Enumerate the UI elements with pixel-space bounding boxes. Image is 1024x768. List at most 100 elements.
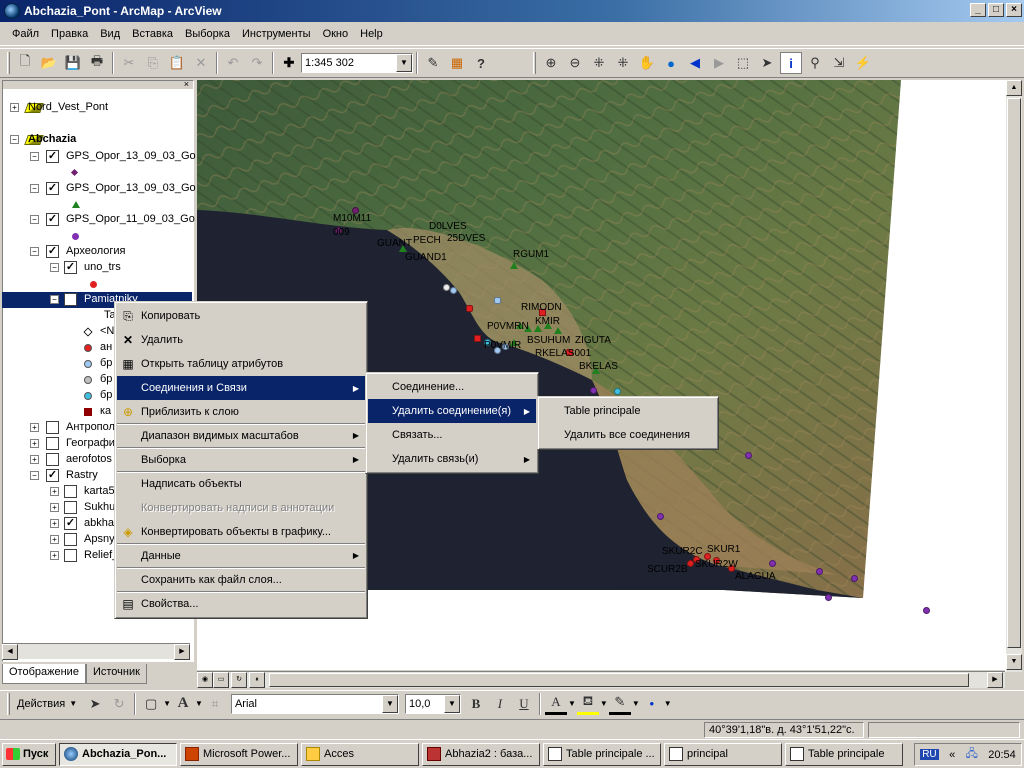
- menu-item-open-attribute-table[interactable]: ▦ Открыть таблицу атрибутов: [117, 352, 365, 376]
- map-point-circle[interactable]: [614, 388, 621, 395]
- scroll-left-icon[interactable]: ◀: [2, 644, 18, 660]
- hyperlink-icon[interactable]: ⚡: [852, 52, 874, 74]
- map-point-circle[interactable]: [657, 513, 664, 520]
- map-point-circle[interactable]: [851, 575, 858, 582]
- collapse-icon[interactable]: −: [50, 263, 59, 272]
- collapse-icon[interactable]: −: [30, 247, 39, 256]
- menu-view[interactable]: Вид: [94, 28, 126, 40]
- network-icon[interactable]: 🖧: [966, 745, 978, 764]
- layer-visibility-checkbox[interactable]: [64, 533, 77, 546]
- minimize-button[interactable]: _: [970, 3, 986, 17]
- fixed-zoom-in-icon[interactable]: ⁜: [588, 52, 610, 74]
- collapse-icon[interactable]: −: [10, 135, 19, 144]
- expand-icon[interactable]: +: [30, 439, 39, 448]
- refresh-icon[interactable]: ↻: [231, 672, 247, 688]
- menu-selection[interactable]: Выборка: [179, 28, 236, 40]
- task-access-db[interactable]: Abhazia2 : база...: [422, 742, 540, 766]
- zoom-out-icon[interactable]: ⊖: [564, 52, 586, 74]
- clock[interactable]: 20:54: [988, 749, 1016, 761]
- layer-gps-opor-2[interactable]: − ✓ GPS_Opor_13_09_03_Go: [2, 181, 196, 197]
- close-button[interactable]: ×: [1006, 3, 1022, 17]
- scroll-right-icon[interactable]: ▶: [174, 644, 190, 660]
- toc-horizontal-scrollbar[interactable]: ◀ ▶: [2, 643, 190, 660]
- chevron-down-icon[interactable]: ▼: [195, 699, 203, 708]
- open-folder-icon[interactable]: 📂: [38, 52, 60, 74]
- expand-icon[interactable]: +: [10, 103, 19, 112]
- chevron-down-icon[interactable]: ▼: [600, 699, 608, 708]
- font-name-combo[interactable]: Arial ▼: [230, 693, 399, 714]
- menu-item-label-features[interactable]: Надписать объекты: [117, 472, 365, 496]
- expand-icon[interactable]: +: [50, 503, 59, 512]
- print-icon[interactable]: 🖶: [86, 52, 108, 74]
- undo-icon[interactable]: ↶: [222, 52, 244, 74]
- menu-item-copy[interactable]: ⎘ Копировать: [117, 304, 365, 328]
- task-principal[interactable]: principal: [664, 742, 782, 766]
- layer-visibility-checkbox[interactable]: [64, 485, 77, 498]
- layer-visibility-checkbox[interactable]: [64, 549, 77, 562]
- italic-icon[interactable]: I: [489, 693, 511, 715]
- font-color-icon[interactable]: A: [544, 693, 567, 715]
- map-point-circle[interactable]: [745, 452, 752, 459]
- menu-item-properties[interactable]: ▤ Свойства...: [117, 592, 365, 616]
- menu-item-save-as-layer-file[interactable]: Сохранить как файл слоя...: [117, 568, 365, 592]
- chevron-down-icon[interactable]: ▼: [163, 699, 171, 708]
- menu-file[interactable]: Файл: [6, 28, 45, 40]
- menu-item-visible-scale-range[interactable]: Диапазон видимых масштабов ▶: [117, 424, 365, 448]
- chevron-down-icon[interactable]: ▼: [632, 699, 640, 708]
- menu-item-joins-relates[interactable]: Соединения и Связи ▶: [117, 376, 365, 400]
- chevron-down-icon[interactable]: ▼: [443, 694, 460, 713]
- map-point-square[interactable]: [474, 335, 481, 342]
- collapse-icon[interactable]: −: [30, 184, 39, 193]
- edit-vertices-icon[interactable]: ⌗: [204, 693, 226, 715]
- pan-hand-icon[interactable]: ✋: [636, 52, 658, 74]
- expand-icon[interactable]: +: [50, 535, 59, 544]
- zoom-in-icon[interactable]: ⊕: [540, 52, 562, 74]
- map-point-circle[interactable]: [825, 594, 832, 601]
- map-point-circle[interactable]: [443, 284, 450, 291]
- collapse-icon[interactable]: −: [30, 215, 39, 224]
- data-view-icon[interactable]: ◉: [197, 672, 213, 688]
- map-point-circle[interactable]: [590, 387, 597, 394]
- menu-item-join[interactable]: Соединение...: [368, 375, 536, 399]
- layer-visibility-checkbox[interactable]: ✓: [46, 213, 59, 226]
- copy-icon[interactable]: ⎘: [142, 52, 164, 74]
- collapse-icon[interactable]: −: [30, 471, 39, 480]
- menu-item-remove-join-table-principale[interactable]: Table principale: [540, 399, 716, 423]
- scroll-down-icon[interactable]: ▼: [1006, 654, 1022, 670]
- whats-this-help-icon[interactable]: ?: [470, 52, 492, 74]
- tab-source[interactable]: Источник: [85, 664, 147, 684]
- underline-icon[interactable]: U: [513, 693, 535, 715]
- new-document-icon[interactable]: 🗋: [14, 52, 36, 74]
- map-point-circle[interactable]: [769, 560, 776, 567]
- layer-visibility-checkbox[interactable]: [64, 501, 77, 514]
- bold-icon[interactable]: B: [465, 693, 487, 715]
- add-data-icon[interactable]: ✚: [278, 52, 300, 74]
- menu-item-selection[interactable]: Выборка ▶: [117, 448, 365, 472]
- menu-item-remove-relates[interactable]: Удалить связь(и) ▶: [368, 447, 536, 471]
- measure-icon[interactable]: ⇲: [828, 52, 850, 74]
- select-elements-icon[interactable]: ➤: [756, 52, 778, 74]
- map-scale-combo[interactable]: 1:345 302 ▼: [301, 53, 413, 73]
- find-binoculars-icon[interactable]: ⚲: [804, 52, 826, 74]
- map-point-triangle[interactable]: [554, 327, 562, 334]
- layer-uno-trs[interactable]: − ✓ uno_trs: [2, 260, 192, 276]
- expand-icon[interactable]: +: [50, 487, 59, 496]
- chevron-down-icon[interactable]: ▼: [69, 699, 77, 708]
- scroll-thumb[interactable]: [1007, 98, 1021, 648]
- save-icon[interactable]: 💾: [62, 52, 84, 74]
- scroll-right-icon[interactable]: ▶: [987, 672, 1003, 688]
- layout-view-icon[interactable]: ▭: [213, 672, 229, 688]
- select-elements-arrow-icon[interactable]: ➤: [84, 693, 106, 715]
- maximize-button[interactable]: □: [988, 3, 1004, 17]
- task-acces-folder[interactable]: Acces: [301, 742, 419, 766]
- expand-icon[interactable]: +: [30, 423, 39, 432]
- map-point-circle[interactable]: [923, 607, 930, 614]
- drawing-actions-menu[interactable]: Действия: [13, 698, 69, 710]
- full-extent-globe-icon[interactable]: ●: [660, 52, 682, 74]
- menu-insert[interactable]: Вставка: [126, 28, 179, 40]
- chevron-down-icon[interactable]: ▼: [568, 699, 576, 708]
- layer-archaeology[interactable]: − ✓ Археология: [2, 244, 192, 260]
- layer-visibility-checkbox[interactable]: ✓: [46, 150, 59, 163]
- scroll-thumb[interactable]: [269, 673, 969, 687]
- map-horizontal-scrollbar[interactable]: ◉ ▭ ↻ ⏸ ▶: [197, 671, 1005, 688]
